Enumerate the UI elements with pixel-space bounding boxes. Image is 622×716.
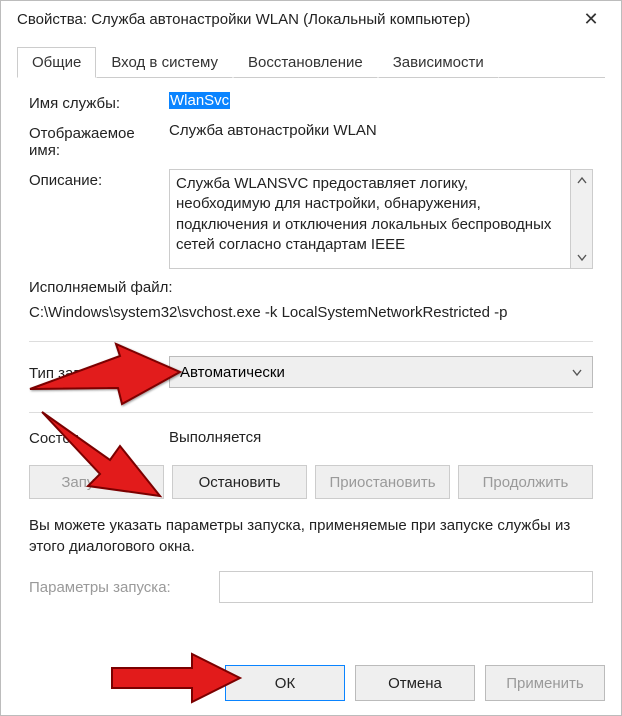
- scroll-down-icon[interactable]: [571, 246, 592, 268]
- titlebar: Свойства: Служба автонастройки WLAN (Лок…: [1, 1, 621, 38]
- tab-strip: Общие Вход в систему Восстановление Зави…: [1, 38, 621, 78]
- resume-button: Продолжить: [458, 465, 593, 499]
- service-control-buttons: Запустить Остановить Приостановить Продо…: [29, 465, 593, 499]
- tab-logon[interactable]: Вход в систему: [96, 47, 233, 78]
- start-button: Запустить: [29, 465, 164, 499]
- close-icon[interactable]: ✕: [571, 9, 611, 30]
- description-text[interactable]: Служба WLANSVC предоставляет логику, нео…: [169, 169, 571, 269]
- tab-general[interactable]: Общие: [17, 47, 96, 78]
- exe-path: C:\Windows\system32\svchost.exe -k Local…: [29, 304, 593, 321]
- dialog-footer: ОК Отмена Применить: [1, 655, 621, 715]
- tab-dependencies[interactable]: Зависимости: [378, 47, 499, 78]
- start-params-input: [219, 571, 593, 603]
- separator: [29, 412, 593, 413]
- chevron-down-icon: [572, 364, 582, 381]
- description-label: Описание:: [29, 169, 169, 189]
- tab-content-general: Имя службы: WlanSvc Отображаемое имя: Сл…: [1, 78, 621, 655]
- startup-type-value: Автоматически: [180, 364, 285, 381]
- scroll-up-icon[interactable]: [571, 170, 592, 192]
- window-title: Свойства: Служба автонастройки WLAN (Лок…: [17, 11, 470, 28]
- stop-button[interactable]: Остановить: [172, 465, 307, 499]
- service-name-value: WlanSvc: [169, 92, 593, 109]
- start-params-hint: Вы можете указать параметры запуска, при…: [29, 515, 593, 557]
- exe-label: Исполняемый файл:: [29, 279, 593, 296]
- start-params-label: Параметры запуска:: [29, 579, 219, 596]
- cancel-button[interactable]: Отмена: [355, 665, 475, 701]
- ok-button[interactable]: ОК: [225, 665, 345, 701]
- pause-button: Приостановить: [315, 465, 450, 499]
- service-name-selected[interactable]: WlanSvc: [169, 92, 230, 109]
- status-label: Состоя: [29, 427, 169, 447]
- startup-type-select[interactable]: Автоматически: [169, 356, 593, 388]
- status-value: Выполняется: [169, 429, 593, 446]
- description-box: Служба WLANSVC предоставляет логику, нео…: [169, 169, 593, 269]
- separator: [29, 341, 593, 342]
- service-name-label: Имя службы:: [29, 92, 169, 112]
- description-scrollbar[interactable]: [571, 169, 593, 269]
- display-name-value: Служба автонастройки WLAN: [169, 122, 593, 139]
- apply-button: Применить: [485, 665, 605, 701]
- startup-type-label: Тип запуска:: [29, 362, 169, 382]
- display-name-label: Отображаемое имя:: [29, 122, 169, 159]
- service-properties-window: Свойства: Служба автонастройки WLAN (Лок…: [0, 0, 622, 716]
- tab-recovery[interactable]: Восстановление: [233, 47, 378, 78]
